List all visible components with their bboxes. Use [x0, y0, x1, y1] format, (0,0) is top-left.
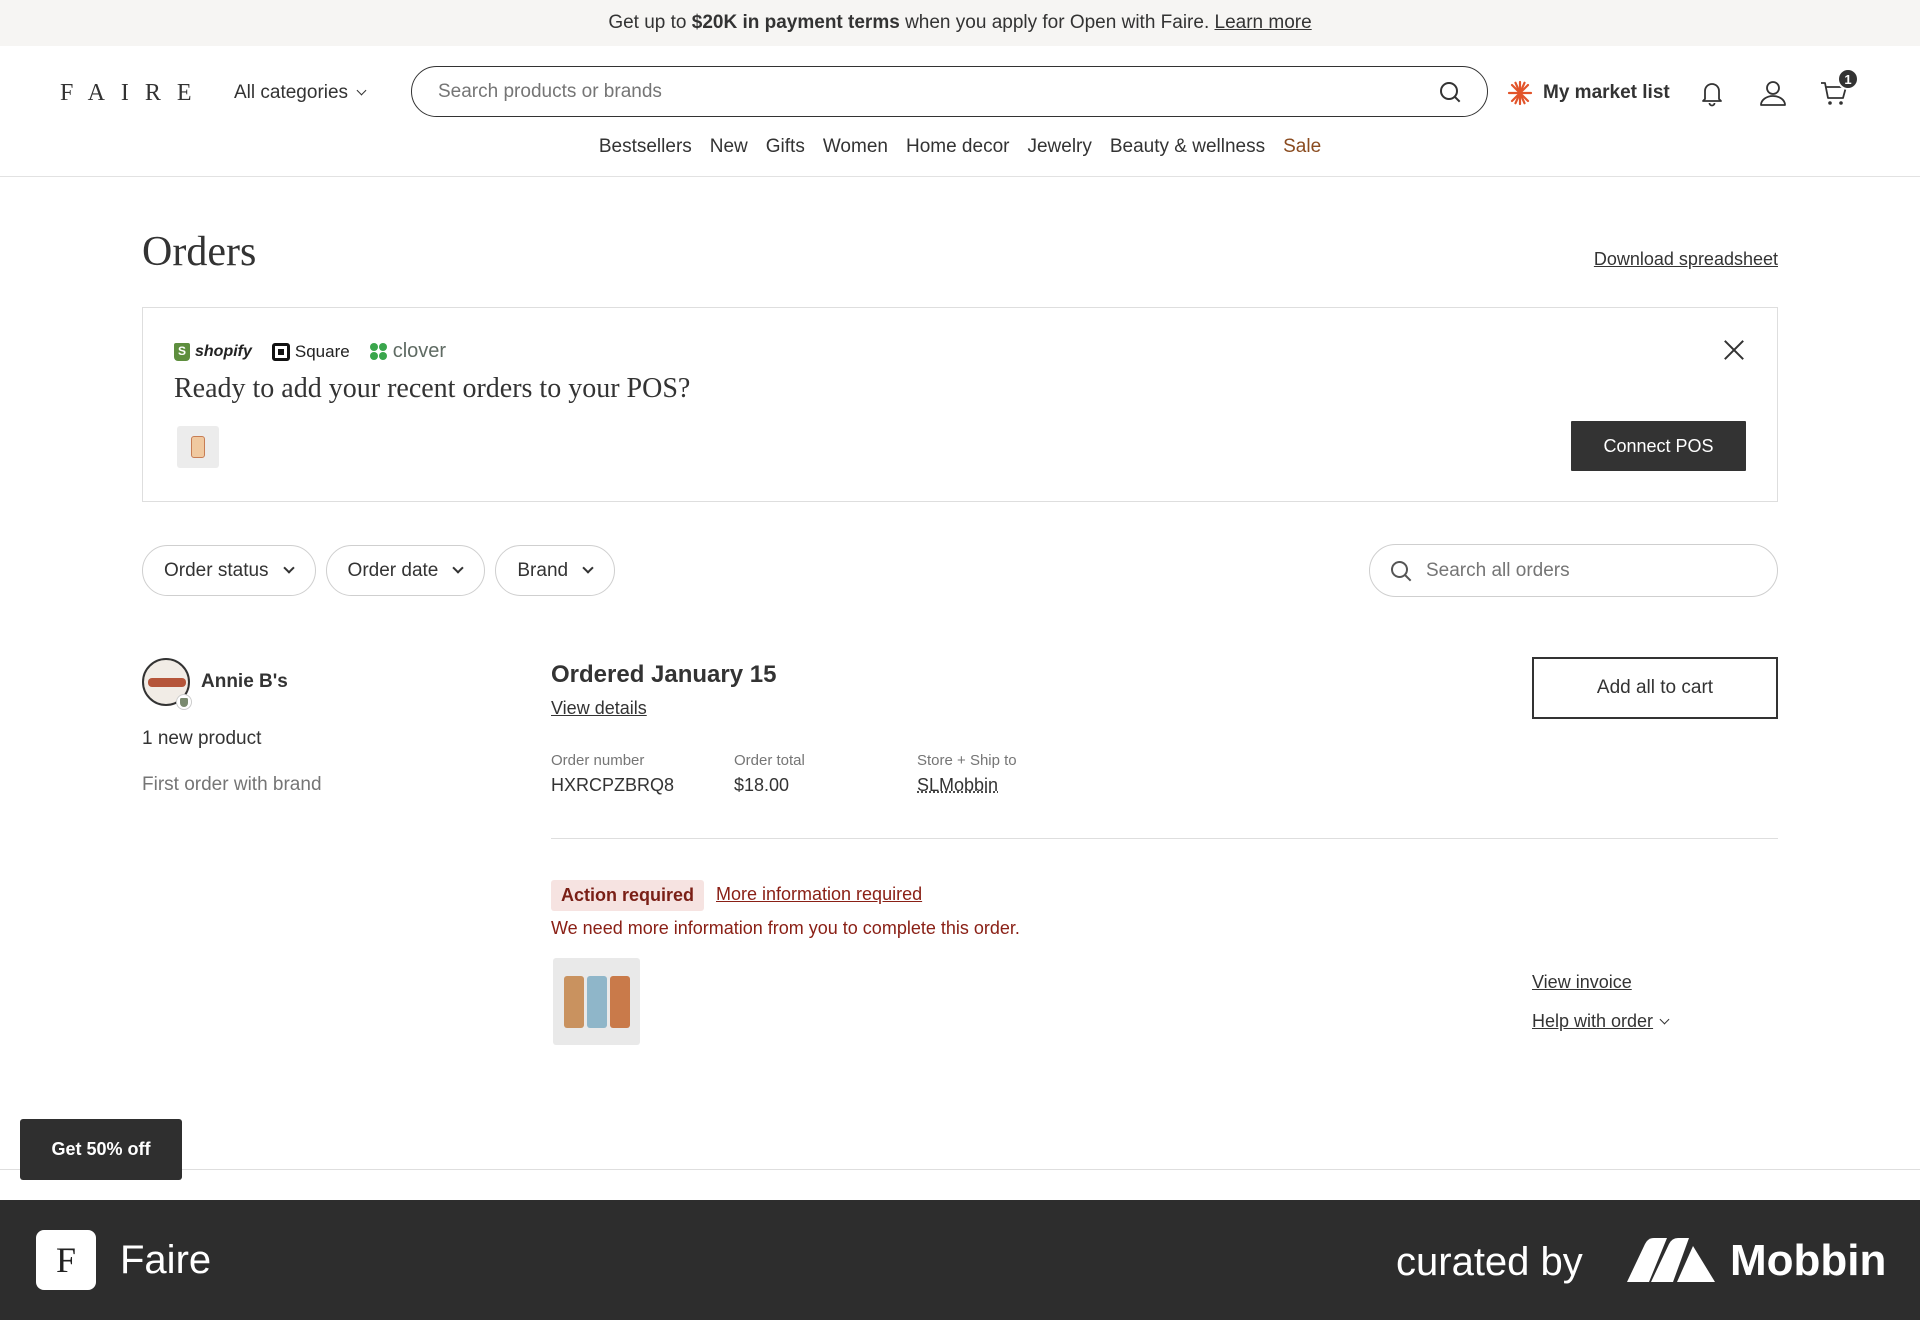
nav-item-sale[interactable]: Sale: [1283, 136, 1321, 158]
add-all-to-cart-button[interactable]: Add all to cart: [1532, 657, 1778, 719]
content-bottom-divider: [0, 1169, 1920, 1170]
faire-app-icon: F: [36, 1230, 96, 1290]
faire-logo[interactable]: FAIRE: [60, 80, 208, 107]
promo-text-suffix: when you apply for Open with Faire.: [899, 12, 1215, 33]
chevron-down-icon: [282, 562, 295, 574]
chevron-down-icon: [356, 85, 367, 96]
action-required-badge: Action required: [551, 880, 705, 911]
orders-search-input[interactable]: [1426, 559, 1757, 582]
new-product-count: 1 new product: [142, 728, 262, 749]
ship-to-label: Store + Ship to: [917, 752, 1017, 769]
product-search-input[interactable]: [438, 80, 1439, 103]
curation-footer: F Faire curated by Mobbin: [0, 1200, 1920, 1320]
curated-by-label: curated by: [1396, 1240, 1583, 1284]
help-with-order-label: Help with order: [1532, 1011, 1654, 1031]
mobbin-logo-icon: [1627, 1238, 1715, 1282]
clover-leaf-icon: [369, 342, 388, 361]
order-date-heading: Ordered January 15: [551, 661, 777, 688]
nav-item-home-decor[interactable]: Home decor: [906, 136, 1010, 158]
square-logo: Square: [271, 342, 350, 362]
action-required-message: We need more information from you to com…: [551, 918, 1020, 938]
orders-search-bar: [1369, 544, 1778, 597]
more-info-required-link[interactable]: More information required: [716, 884, 922, 905]
product-search-bar: [411, 66, 1488, 117]
shopify-logo: shopify: [174, 342, 252, 361]
view-invoice-link[interactable]: View invoice: [1532, 972, 1632, 993]
search-icon: [1390, 560, 1412, 582]
user-icon: [1760, 81, 1786, 106]
chevron-down-icon: [582, 562, 594, 574]
order-status-filter[interactable]: Order status: [142, 545, 316, 596]
order-total-block: Order total $18.00: [734, 752, 805, 796]
notifications-button[interactable]: [1697, 78, 1727, 108]
pos-product-thumbnail: [177, 426, 219, 468]
order-number-block: Order number HXRCPZBRQ8: [551, 752, 674, 796]
order-filters: Order status Order date Brand: [142, 545, 616, 596]
view-details-link[interactable]: View details: [551, 698, 647, 719]
brand-avatar[interactable]: [142, 658, 192, 710]
nav-item-new[interactable]: New: [710, 136, 748, 158]
download-spreadsheet-link[interactable]: Download spreadsheet: [1594, 249, 1778, 270]
promo-banner: Get up to $20K in payment terms when you…: [0, 0, 1920, 46]
pos-promo-card: shopify Square clover Ready to add your …: [142, 307, 1778, 502]
nav-item-jewelry[interactable]: Jewelry: [1027, 136, 1091, 158]
site-header: FAIRE All categories My market list: [0, 46, 1920, 177]
faire-app-name: Faire: [120, 1238, 212, 1282]
order-date-filter[interactable]: Order date: [325, 545, 486, 596]
chevron-down-icon: [452, 562, 465, 574]
promo-text-prefix: Get up to: [608, 12, 692, 33]
clover-logo: clover: [369, 340, 446, 363]
cart-count-badge: 1: [1837, 68, 1859, 90]
shield-icon: [176, 694, 192, 710]
pos-question: Ready to add your recent orders to your …: [174, 373, 691, 404]
promo-learn-more-link[interactable]: Learn more: [1215, 12, 1312, 34]
order-number-value: HXRCPZBRQ8: [551, 775, 675, 795]
bell-icon: [1702, 83, 1722, 107]
account-button[interactable]: [1758, 78, 1788, 108]
market-list-label: My market list: [1543, 82, 1670, 103]
promo-text-bold: $20K in payment terms: [691, 12, 900, 33]
sparkle-icon: [1507, 80, 1533, 106]
nav-item-bestsellers[interactable]: Bestsellers: [599, 136, 692, 158]
pos-logos: shopify Square clover: [174, 340, 446, 363]
order-total-label: Order total: [734, 752, 805, 769]
get-50-off-button[interactable]: Get 50% off: [20, 1119, 182, 1180]
square-box-icon: [271, 342, 290, 361]
all-categories-label: All categories: [234, 82, 349, 103]
ship-to-store[interactable]: SLMobbin: [917, 775, 1017, 796]
order-divider: [551, 838, 1778, 839]
order-number-label: Order number: [551, 752, 645, 769]
all-categories-dropdown[interactable]: All categories: [234, 82, 367, 104]
page-title: Orders: [142, 229, 257, 275]
nav-item-gifts[interactable]: Gifts: [766, 136, 805, 158]
order-total-value: $18.00: [734, 775, 790, 795]
help-with-order-dropdown[interactable]: Help with order: [1532, 1011, 1670, 1032]
chevron-down-icon: [1659, 1014, 1670, 1024]
brand-filter[interactable]: Brand: [495, 545, 616, 596]
order-product-thumbnail[interactable]: [553, 958, 640, 1045]
category-nav: Bestsellers New Gifts Women Home decor J…: [0, 136, 1920, 158]
market-list-button[interactable]: My market list: [1507, 80, 1670, 106]
search-icon[interactable]: [1439, 81, 1461, 103]
nav-item-women[interactable]: Women: [823, 136, 888, 158]
mobbin-wordmark: Mobbin: [1730, 1236, 1887, 1285]
shopify-bag-icon: [174, 342, 190, 361]
brand-name[interactable]: Annie B's: [201, 671, 288, 693]
connect-pos-button[interactable]: Connect POS: [1571, 421, 1746, 471]
ship-to-block: Store + Ship to SLMobbin: [917, 752, 1017, 796]
cart-button[interactable]: 1: [1819, 68, 1859, 108]
nav-item-beauty-wellness[interactable]: Beauty & wellness: [1110, 136, 1265, 158]
close-icon[interactable]: [1723, 338, 1745, 360]
first-order-note: First order with brand: [142, 774, 322, 795]
